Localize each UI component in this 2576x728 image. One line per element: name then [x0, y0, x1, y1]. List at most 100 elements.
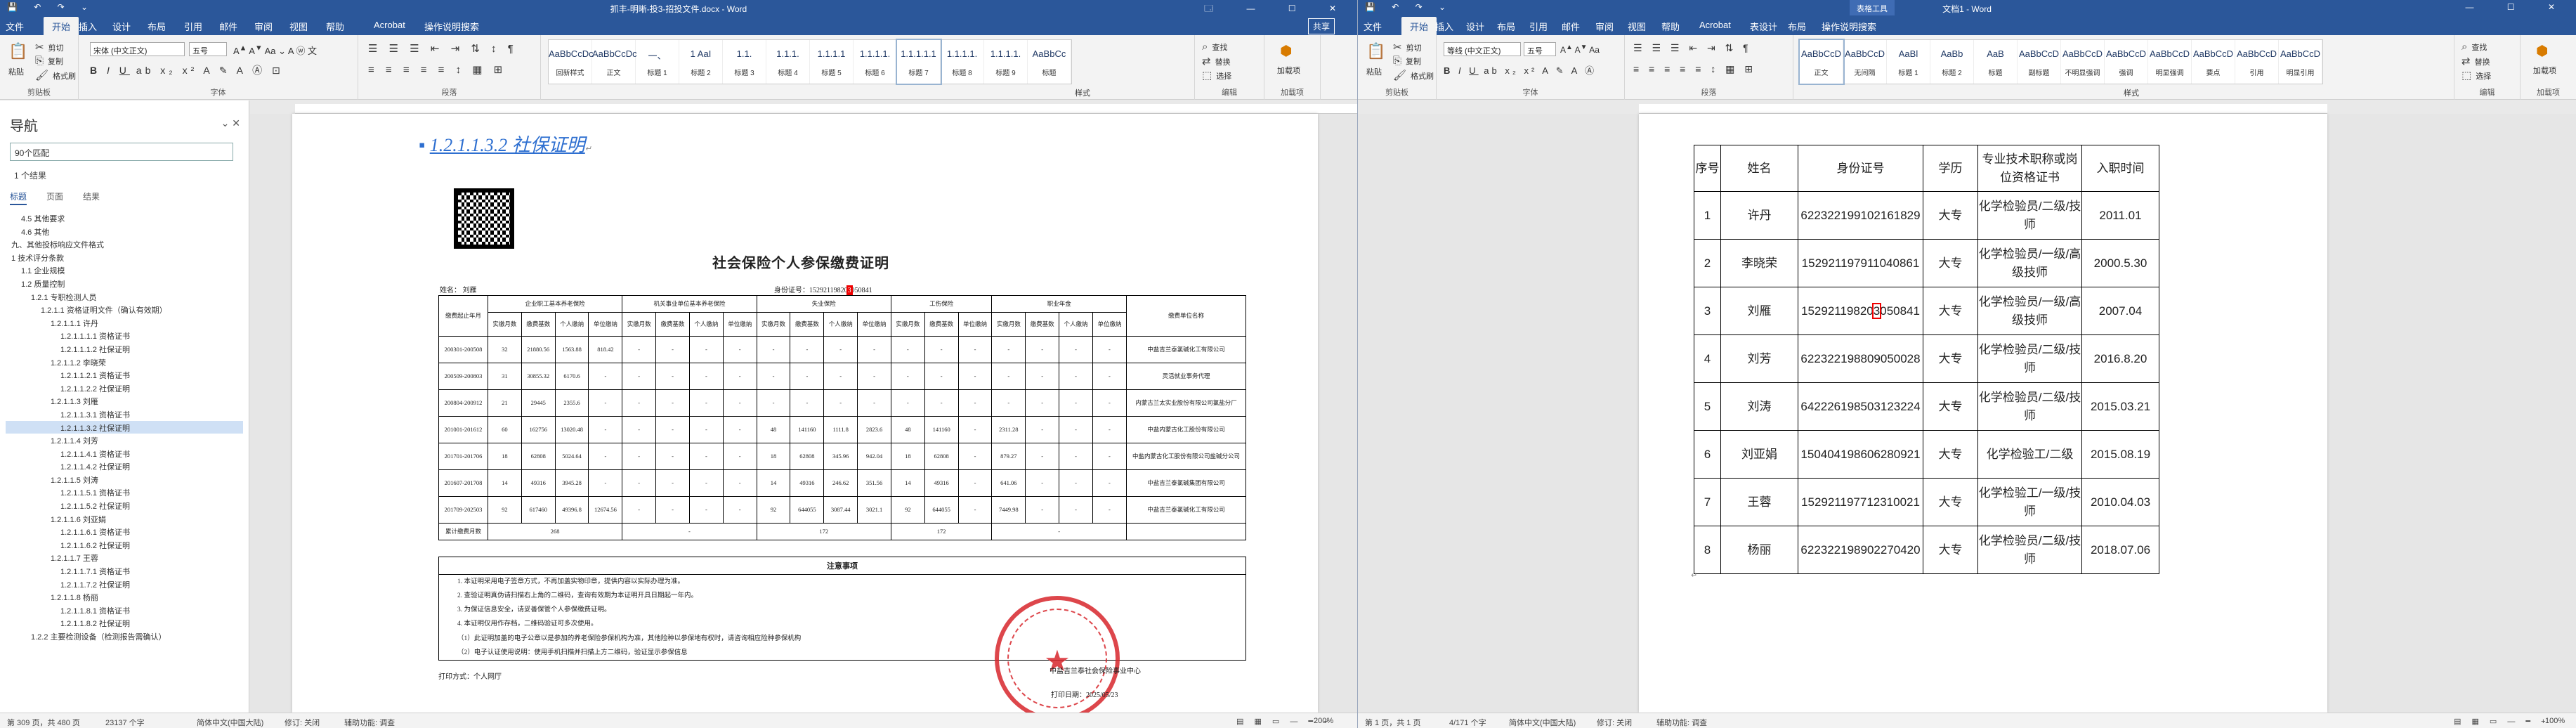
- style-item[interactable]: 1.1.1. 标题 4: [766, 40, 810, 84]
- nav-item[interactable]: 1.2.1.1.7.1 资格证书: [6, 564, 243, 578]
- format-painter-button[interactable]: 🖌 格式刷: [1393, 69, 1434, 82]
- replace-button[interactable]: ⇄ 替换: [2461, 55, 2490, 67]
- style-item[interactable]: AaBbCcD 无间隔: [1843, 40, 1887, 84]
- style-item[interactable]: AaBbCcDc 正文: [592, 40, 637, 84]
- style-item[interactable]: 1.1.1.1. 标题 6: [854, 40, 897, 84]
- style-item[interactable]: 1.1.1.1 标题 5: [810, 40, 854, 84]
- table-cell[interactable]: 大专: [1923, 526, 1978, 574]
- style-item[interactable]: AaB 标题: [1974, 40, 2018, 84]
- table-cell[interactable]: 5: [1694, 382, 1721, 431]
- paste-icon[interactable]: 📋: [8, 42, 27, 60]
- tab-9[interactable]: 帮助: [1661, 20, 1680, 33]
- font-name-box[interactable]: 等线 (中文正文): [1444, 42, 1521, 56]
- font-size-box[interactable]: 五号: [1524, 42, 1556, 56]
- table-cell[interactable]: 622322198809050028: [1798, 334, 1923, 383]
- table-cell[interactable]: 152921197911040861: [1798, 239, 1923, 287]
- header-cell[interactable]: 身份证号: [1798, 145, 1923, 192]
- style-item[interactable]: 1.1.1.1. 标题 9: [984, 40, 1028, 84]
- font-name-box[interactable]: 宋体 (中文正文): [90, 42, 185, 56]
- tab-3[interactable]: 设计: [1466, 20, 1484, 33]
- horizontal-ruler[interactable]: [1639, 104, 2327, 114]
- staff-table[interactable]: 序号 姓名 身份证号 学历 专业技术职称或岗位资格证书 入职时间 1 许丹 6223221991…: [1694, 145, 2159, 574]
- language[interactable]: 简体中文(中国大陆): [197, 717, 263, 728]
- table-cell[interactable]: 152921197712310021: [1798, 478, 1923, 526]
- nav-item[interactable]: 1.2.1.1.7 王蓉: [6, 551, 243, 564]
- tab-0[interactable]: 文件: [6, 20, 24, 33]
- header-cell[interactable]: 专业技术职称或岗位资格证书: [1977, 145, 2082, 192]
- nav-item[interactable]: 4.6 其他: [6, 225, 243, 238]
- select-button[interactable]: ⬚ 选择: [2461, 69, 2491, 82]
- styles-gallery[interactable]: AaBbCcDc 回新样式 AaBbCcDc 正文 一、 标题 1 1 AaI 标题 2 1.1…: [548, 39, 1072, 85]
- tab-7[interactable]: 审阅: [1595, 20, 1614, 33]
- nav-item[interactable]: 1.2.1.1.7.2 社保证明: [6, 578, 243, 591]
- word-count[interactable]: 4/171 个字: [1449, 717, 1486, 728]
- horizontal-ruler[interactable]: [295, 104, 1357, 114]
- header-cell[interactable]: 序号: [1694, 145, 1721, 192]
- table-cell[interactable]: 刘芳: [1720, 334, 1798, 383]
- table-cell[interactable]: 化学检验员/二级/技师: [1977, 191, 2082, 240]
- table-cell[interactable]: 化学检验工/二级: [1977, 430, 2082, 479]
- table-cell[interactable]: 6: [1694, 430, 1721, 479]
- find-button[interactable]: ⌕ 查找: [2461, 41, 2487, 53]
- nav-item[interactable]: 1.2.1.1.6.1 资格证书: [6, 525, 243, 538]
- header-cell[interactable]: 入职时间: [2081, 145, 2159, 192]
- table-cell[interactable]: 刘涛: [1720, 382, 1798, 431]
- style-item[interactable]: 1 AaI 标题 2: [679, 40, 723, 84]
- tab-11[interactable]: 操作说明搜索: [424, 20, 479, 33]
- font-format-buttons[interactable]: B I U ab x₂ x² A ✎ A Ⓐ: [1444, 63, 1597, 77]
- table-cell[interactable]: 大专: [1923, 239, 1978, 287]
- font-size-box[interactable]: 五号: [189, 42, 227, 56]
- tab-4[interactable]: 布局: [148, 20, 166, 33]
- nav-item[interactable]: 1.2.1.1.3.2 社保证明: [6, 420, 243, 434]
- tab-12[interactable]: 布局: [1788, 20, 1806, 33]
- table-cell[interactable]: 7: [1694, 478, 1721, 526]
- style-item[interactable]: AaBbCcD 引用: [2235, 40, 2279, 84]
- select-button[interactable]: ⬚ 选择: [1202, 69, 1231, 82]
- nav-item[interactable]: 1.2.1.1.1 许丹: [6, 316, 243, 330]
- table-cell[interactable]: 2015.08.19: [2081, 430, 2159, 479]
- nav-item[interactable]: 1.2.1.1.4.1 资格证书: [6, 447, 243, 460]
- addin-button[interactable]: 加载项: [1277, 65, 1300, 76]
- nav-item[interactable]: 1.2.1.1.5.1 资格证书: [6, 486, 243, 499]
- addin-button[interactable]: 加载项: [2533, 65, 2556, 76]
- nav-item[interactable]: 1.2.1.1.4 刘芳: [6, 434, 243, 447]
- tab-6[interactable]: 邮件: [219, 20, 237, 33]
- table-cell[interactable]: 大专: [1923, 382, 1978, 431]
- table-cell[interactable]: 化学检验员/二级/技师: [1977, 382, 2082, 431]
- replace-button[interactable]: ⇄ 替换: [1202, 55, 1231, 67]
- style-item[interactable]: AaBl 标题 1: [1887, 40, 1930, 84]
- style-item[interactable]: 一、 标题 1: [636, 40, 679, 84]
- table-cell[interactable]: 化学检验员/一级/高级技师: [1977, 287, 2082, 335]
- table-cell[interactable]: 化学检验员/二级/技师: [1977, 334, 2082, 383]
- track-changes[interactable]: 修订: 关闭: [285, 717, 320, 728]
- table-cell[interactable]: 大专: [1923, 478, 1978, 526]
- nav-item[interactable]: 1.2.1.1.8.2 社保证明: [6, 616, 243, 630]
- align-buttons[interactable]: ≡ ≡ ≡ ≡ ≡ ↕ ▦ ⊞: [1633, 63, 1756, 75]
- tab-1[interactable]: 开始: [1401, 17, 1437, 35]
- nav-tab-1[interactable]: 页面: [46, 192, 63, 202]
- nav-item[interactable]: 1.2.1.1.3.1 资格证书: [6, 408, 243, 421]
- table-cell[interactable]: 杨丽: [1720, 526, 1798, 574]
- nav-item[interactable]: 1.2.1.1.3 刘雁: [6, 394, 243, 408]
- style-item[interactable]: AaBbCcD 副标题: [2018, 40, 2061, 84]
- language[interactable]: 简体中文(中国大陆): [1509, 717, 1576, 728]
- page-count[interactable]: 第 1 页，共 1 页: [1365, 717, 1420, 728]
- accessibility[interactable]: 辅助功能: 调查: [1656, 717, 1707, 728]
- table-cell[interactable]: 许丹: [1720, 191, 1798, 240]
- nav-item[interactable]: 1.2.1.1.2.1 资格证书: [6, 368, 243, 382]
- table-cell[interactable]: 4: [1694, 334, 1721, 383]
- table-cell[interactable]: 2011.01: [2081, 191, 2159, 240]
- table-cell[interactable]: 大专: [1923, 334, 1978, 383]
- table-cell[interactable]: 2016.8.20: [2081, 334, 2159, 383]
- tab-10[interactable]: Acrobat: [1699, 20, 1731, 30]
- tab-1[interactable]: 开始: [44, 17, 79, 35]
- table-cell[interactable]: 2010.04.03: [2081, 478, 2159, 526]
- tab-3[interactable]: 设计: [112, 20, 131, 33]
- tab-5[interactable]: 引用: [184, 20, 202, 33]
- copy-button[interactable]: ⎘ 复制: [1393, 55, 1421, 67]
- table-cell[interactable]: 2018.07.06: [2081, 526, 2159, 574]
- table-cell[interactable]: 642226198503123224: [1798, 382, 1923, 431]
- accessibility[interactable]: 辅助功能: 调查: [344, 717, 395, 728]
- cut-button[interactable]: ✂ 剪切: [1393, 41, 1422, 53]
- tab-8[interactable]: 视图: [289, 20, 308, 33]
